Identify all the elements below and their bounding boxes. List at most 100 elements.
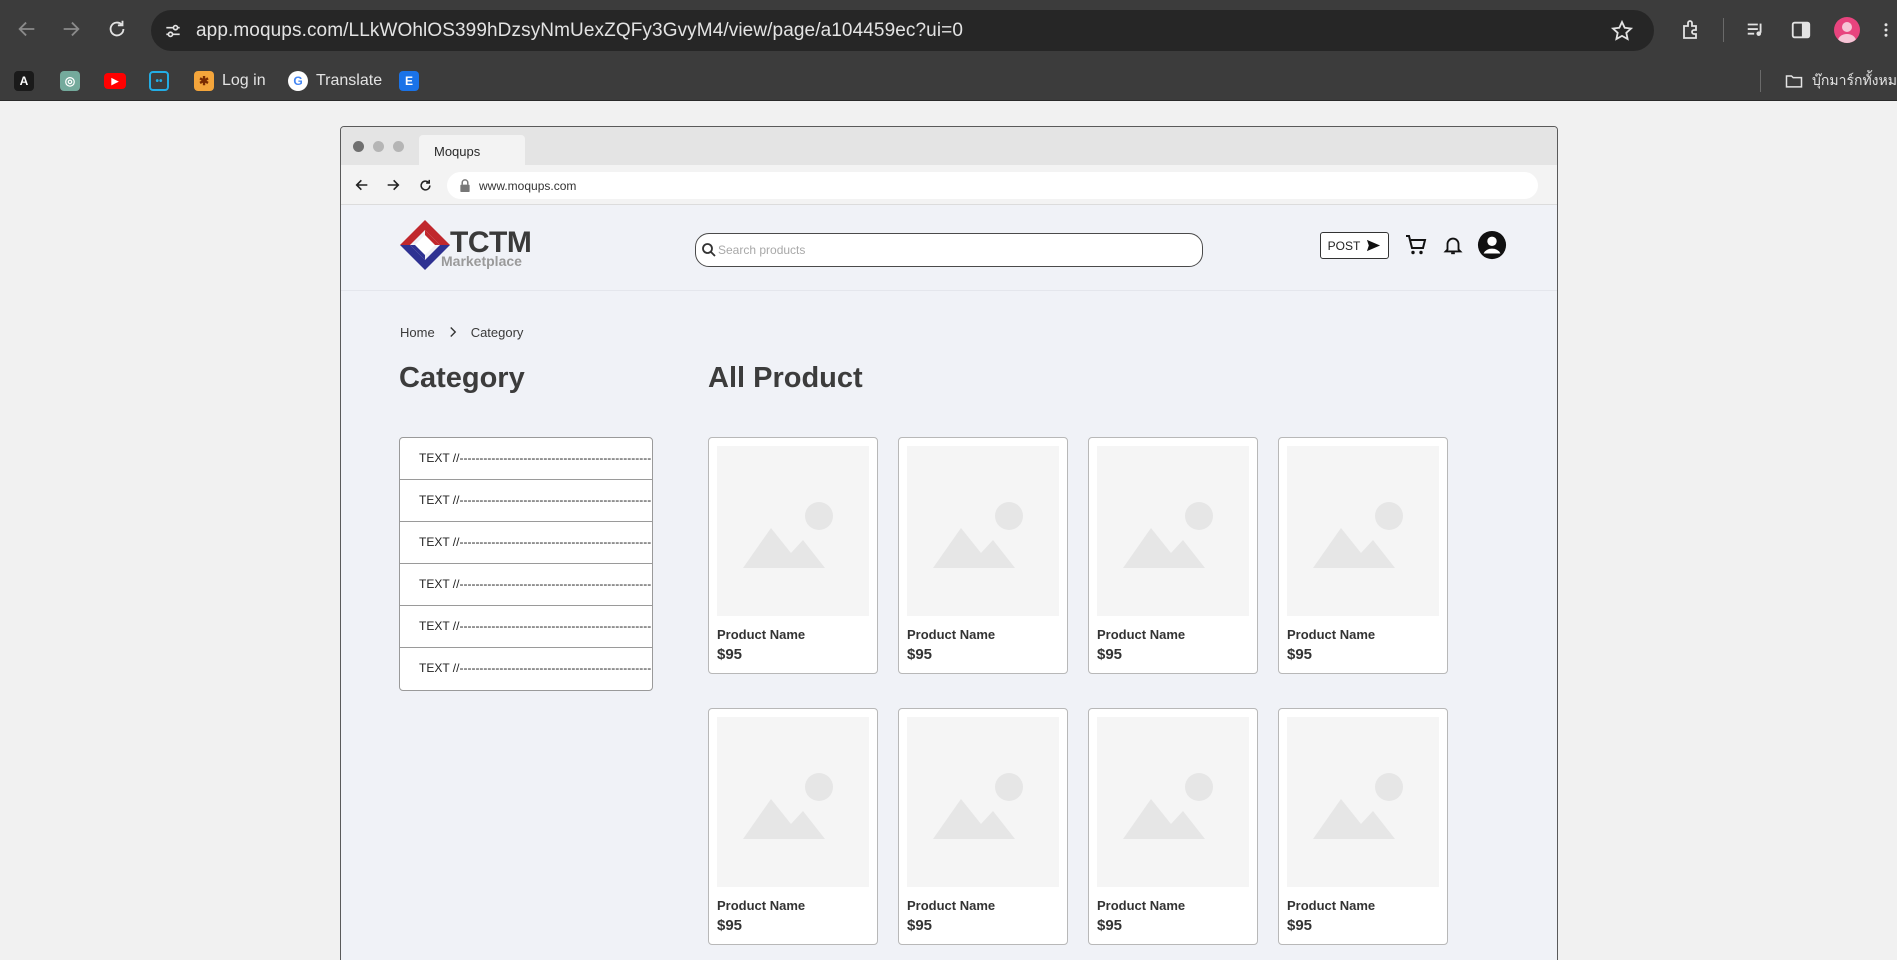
image-placeholder-icon — [933, 773, 1023, 839]
browser-toolbar: app.moqups.com/LLkWOhlOS399hDzsyNmUexZQF… — [0, 0, 1897, 61]
product-name: Product Name — [1097, 898, 1186, 913]
back-button[interactable] — [12, 14, 42, 44]
cart-icon[interactable] — [1402, 231, 1430, 259]
mockup-tab[interactable]: Moqups — [419, 135, 525, 165]
search-input[interactable] — [718, 240, 1188, 260]
chevron-right-icon — [445, 324, 461, 340]
category-item[interactable]: TEXT //---------------------------------… — [400, 522, 652, 564]
product-image-placeholder — [1287, 446, 1439, 616]
window-dot-close — [353, 141, 364, 152]
bookmark-bilibili[interactable]: •• — [149, 69, 169, 93]
send-icon — [1367, 239, 1381, 252]
window-dot-maximize — [393, 141, 404, 152]
more-menu-icon[interactable] — [1876, 16, 1896, 44]
url-text: app.moqups.com/LLkWOhlOS399hDzsyNmUexZQF… — [196, 20, 964, 41]
category-heading: Category — [399, 362, 525, 394]
site-settings-icon[interactable] — [161, 19, 185, 43]
bookmark-translate[interactable]: G Translate — [288, 69, 382, 93]
product-price: $95 — [717, 646, 743, 663]
mockup-url-text: www.moqups.com — [479, 179, 577, 193]
product-name: Product Name — [907, 627, 996, 642]
image-placeholder-icon — [743, 502, 833, 568]
bookmark-a[interactable]: A — [14, 69, 34, 93]
side-panel-icon[interactable] — [1787, 16, 1815, 44]
mockup-address-bar: www.moqups.com — [341, 165, 1557, 205]
bell-icon[interactable] — [1439, 231, 1467, 259]
bookmarks-bar: A ◎ ▶ •• ✱ Log in G Translate E บุ๊กมาร์… — [0, 61, 1897, 101]
image-placeholder-icon — [1313, 773, 1403, 839]
image-placeholder-icon — [743, 773, 833, 839]
product-card[interactable]: Product Name $95 — [1278, 708, 1448, 945]
category-item[interactable]: TEXT //---------------------------------… — [400, 438, 652, 480]
product-search[interactable] — [695, 233, 1203, 267]
forward-button[interactable] — [56, 14, 86, 44]
address-bar[interactable]: app.moqups.com/LLkWOhlOS399hDzsyNmUexZQF… — [151, 10, 1654, 51]
account-icon[interactable] — [1476, 229, 1508, 261]
window-dot-minimize — [373, 141, 384, 152]
product-card[interactable]: Product Name $95 — [708, 437, 878, 674]
site-header: TCTM Marketplace POST — [341, 205, 1557, 291]
tctm-logo[interactable]: TCTM Marketplace — [399, 219, 532, 271]
product-image-placeholder — [907, 446, 1059, 616]
mockup-reload-icon[interactable] — [416, 176, 434, 194]
product-price: $95 — [1097, 917, 1123, 934]
media-control-icon[interactable] — [1742, 16, 1770, 44]
product-price: $95 — [1097, 646, 1123, 663]
breadcrumb-home[interactable]: Home — [400, 325, 435, 340]
bilibili-icon: •• — [149, 71, 169, 91]
post-button-label: POST — [1327, 238, 1361, 253]
product-card[interactable]: Product Name $95 — [898, 437, 1068, 674]
mockup-url-field[interactable]: www.moqups.com — [447, 172, 1538, 199]
google-icon: G — [288, 71, 308, 91]
login-site-icon: ✱ — [194, 71, 214, 91]
product-price: $95 — [717, 917, 743, 934]
all-bookmarks-folder[interactable]: บุ๊กมาร์กทั้งหมด — [1784, 69, 1897, 93]
mockup-back-icon[interactable] — [353, 176, 371, 194]
mockup-browser-frame: Moqups www.moqups.com TCTM Marketplace S… — [340, 126, 1558, 960]
bookmark-login[interactable]: ✱ Log in — [194, 69, 266, 93]
product-image-placeholder — [717, 446, 869, 616]
product-card[interactable]: Product Name $95 — [708, 708, 878, 945]
product-price: $95 — [1287, 646, 1313, 663]
reload-button[interactable] — [102, 14, 132, 44]
a-logo-icon: A — [14, 71, 34, 91]
image-placeholder-icon — [1123, 773, 1213, 839]
mockup-forward-icon[interactable] — [384, 176, 402, 194]
youtube-icon: ▶ — [104, 73, 126, 89]
product-card[interactable]: Product Name $95 — [1088, 437, 1258, 674]
product-name: Product Name — [1097, 627, 1186, 642]
page-viewport: Moqups www.moqups.com TCTM Marketplace S… — [0, 101, 1897, 960]
product-name: Product Name — [1287, 627, 1376, 642]
bookmark-youtube[interactable]: ▶ — [104, 69, 126, 93]
breadcrumb: Home Category — [400, 324, 523, 340]
bookmark-chatgpt[interactable]: ◎ — [60, 69, 80, 93]
product-name: Product Name — [717, 898, 806, 913]
product-card[interactable]: Product Name $95 — [898, 708, 1068, 945]
category-item[interactable]: TEXT //---------------------------------… — [400, 564, 652, 606]
reload-icon — [109, 20, 125, 37]
product-image-placeholder — [717, 717, 869, 887]
image-placeholder-icon — [1313, 502, 1403, 568]
arrow-left-icon — [18, 21, 35, 37]
bookmark-e[interactable]: E — [399, 69, 419, 93]
bookmark-folder-label: บุ๊กมาร์กทั้งหมด — [1812, 72, 1897, 88]
breadcrumb-category[interactable]: Category — [471, 325, 524, 340]
product-card[interactable]: Product Name $95 — [1088, 708, 1258, 945]
bookmark-star-icon[interactable] — [1610, 19, 1634, 43]
product-price: $95 — [907, 646, 933, 663]
category-item[interactable]: TEXT //---------------------------------… — [400, 606, 652, 648]
product-card[interactable]: Product Name $95 — [1278, 437, 1448, 674]
product-price: $95 — [1287, 917, 1313, 934]
category-item[interactable]: TEXT //---------------------------------… — [400, 480, 652, 522]
post-button[interactable]: POST — [1320, 232, 1389, 259]
product-name: Product Name — [717, 627, 806, 642]
profile-avatar[interactable] — [1834, 17, 1860, 43]
extensions-icon[interactable] — [1677, 16, 1705, 44]
bookmark-label: Translate — [316, 72, 383, 89]
mockup-tabbar: Moqups — [341, 127, 1557, 165]
bookmark-label: Log in — [222, 72, 266, 89]
bookmarks-divider — [1760, 70, 1761, 92]
product-name: Product Name — [1287, 898, 1376, 913]
product-image-placeholder — [907, 717, 1059, 887]
category-item[interactable]: TEXT //---------------------------------… — [400, 648, 652, 690]
